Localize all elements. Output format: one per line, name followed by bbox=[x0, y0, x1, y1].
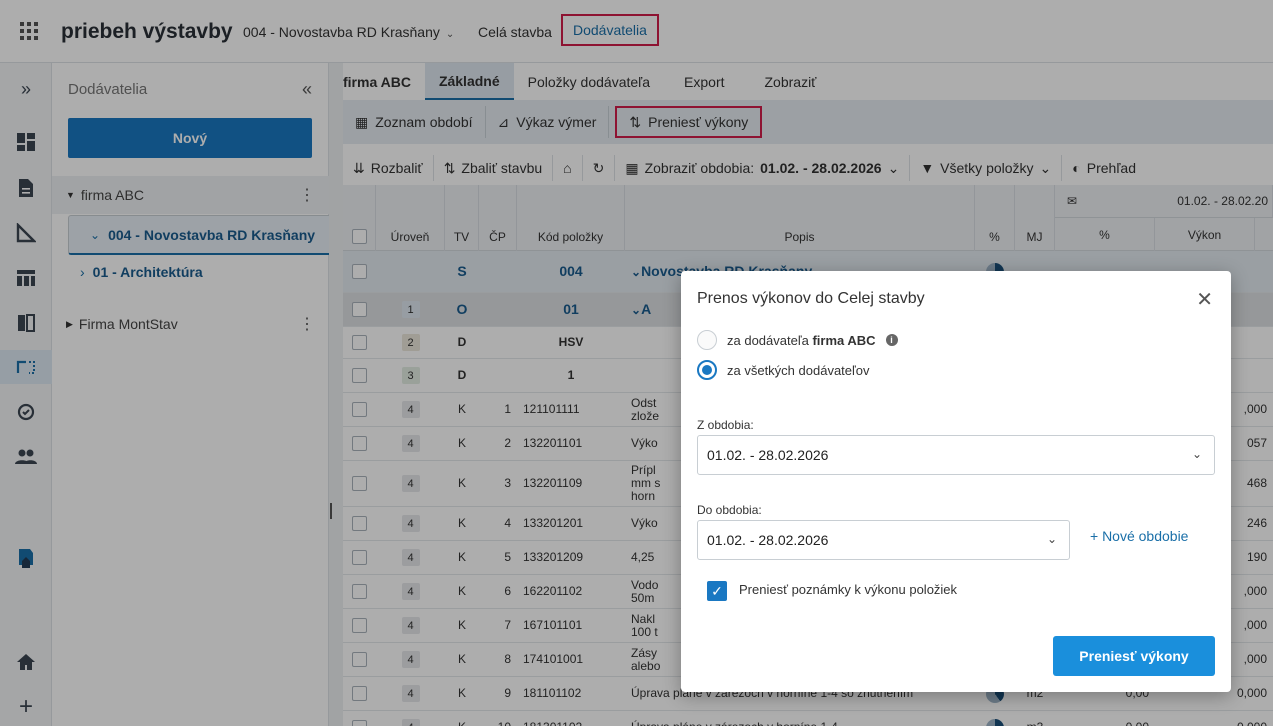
transfer-dialog: Prenos výkonov do Celej stavby ✕ za dodá… bbox=[681, 271, 1231, 692]
chevron-down-icon: ⌄ bbox=[1046, 532, 1057, 546]
submit-transfer-button[interactable]: Preniesť výkony bbox=[1053, 636, 1215, 676]
radio-circle[interactable] bbox=[697, 330, 717, 350]
transfer-notes-label: Preniesť poznámky k výkonu položiek bbox=[739, 582, 958, 597]
app-root: priebeh výstavby 004 - Novostavba RD Kra… bbox=[0, 0, 1273, 726]
radio-circle-selected[interactable] bbox=[697, 360, 717, 380]
to-period-select[interactable]: 01.02. - 28.02.2026 ⌄ bbox=[697, 520, 1070, 560]
dialog-title: Prenos výkonov do Celej stavby bbox=[697, 290, 925, 307]
to-period-label: Do obdobia: bbox=[697, 503, 762, 517]
close-icon[interactable]: ✕ bbox=[1196, 287, 1213, 312]
from-period-label: Z obdobia: bbox=[697, 418, 754, 432]
new-period-link[interactable]: + Nové obdobie bbox=[1090, 528, 1188, 544]
info-icon[interactable]: i bbox=[885, 334, 898, 346]
transfer-notes-checkbox[interactable]: ✓ bbox=[707, 581, 727, 601]
radio-single-supplier[interactable]: za dodávateľa firma ABC i bbox=[697, 330, 898, 350]
radio-all-suppliers[interactable]: za všetkých dodávateľov bbox=[697, 360, 870, 380]
radio-label: za dodávateľa firma ABC bbox=[727, 333, 876, 348]
from-period-value: 01.02. - 28.02.2026 bbox=[707, 447, 829, 463]
chevron-down-icon: ⌄ bbox=[1191, 447, 1202, 461]
from-period-select[interactable]: 01.02. - 28.02.2026 ⌄ bbox=[697, 435, 1215, 475]
radio-label-firm: firma ABC bbox=[812, 332, 876, 348]
radio-label: za všetkých dodávateľov bbox=[727, 362, 870, 378]
to-period-value: 01.02. - 28.02.2026 bbox=[707, 532, 829, 548]
radio-label-prefix: za dodávateľa bbox=[727, 332, 813, 348]
